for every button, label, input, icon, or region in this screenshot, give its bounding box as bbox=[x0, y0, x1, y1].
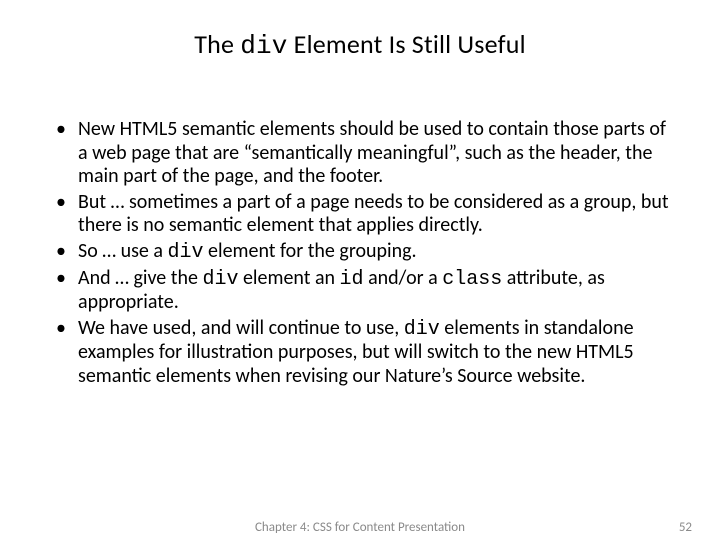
bullet-text: element an bbox=[238, 266, 339, 290]
code-text: div bbox=[202, 268, 238, 291]
bullet-text: and/or a bbox=[364, 266, 443, 290]
code-text: id bbox=[340, 268, 364, 291]
code-text: class bbox=[442, 268, 502, 291]
title-pre: The bbox=[194, 28, 240, 60]
slide-title: The div Element Is Still Useful bbox=[0, 28, 720, 61]
bullet-text: But … sometimes a part of a page needs t… bbox=[78, 190, 669, 238]
title-code: div bbox=[240, 31, 287, 61]
slide-body: New HTML5 semantic elements should be us… bbox=[50, 118, 670, 391]
bullet-text: And … give the bbox=[78, 266, 202, 290]
bullet-text: We have used, and will continue to use, bbox=[78, 316, 404, 340]
code-text: div bbox=[404, 318, 440, 341]
footer-chapter: Chapter 4: CSS for Content Presentation bbox=[0, 520, 720, 535]
slide: The div Element Is Still Useful New HTML… bbox=[0, 0, 720, 540]
bullet-item: We have used, and will continue to use, … bbox=[50, 317, 670, 389]
code-text: div bbox=[168, 241, 204, 264]
bullet-item: So … use a div element for the grouping. bbox=[50, 240, 670, 265]
title-post: Element Is Still Useful bbox=[288, 28, 526, 60]
bullet-item: New HTML5 semantic elements should be us… bbox=[50, 118, 670, 189]
bullet-list: New HTML5 semantic elements should be us… bbox=[50, 118, 670, 389]
bullet-text: element for the grouping. bbox=[204, 239, 417, 263]
bullet-text: New HTML5 semantic elements should be us… bbox=[78, 117, 666, 188]
bullet-item: And … give the div element an id and/or … bbox=[50, 267, 670, 315]
bullet-text: So … use a bbox=[78, 239, 168, 263]
bullet-item: But … sometimes a part of a page needs t… bbox=[50, 191, 670, 238]
footer-page-number: 52 bbox=[679, 520, 692, 535]
